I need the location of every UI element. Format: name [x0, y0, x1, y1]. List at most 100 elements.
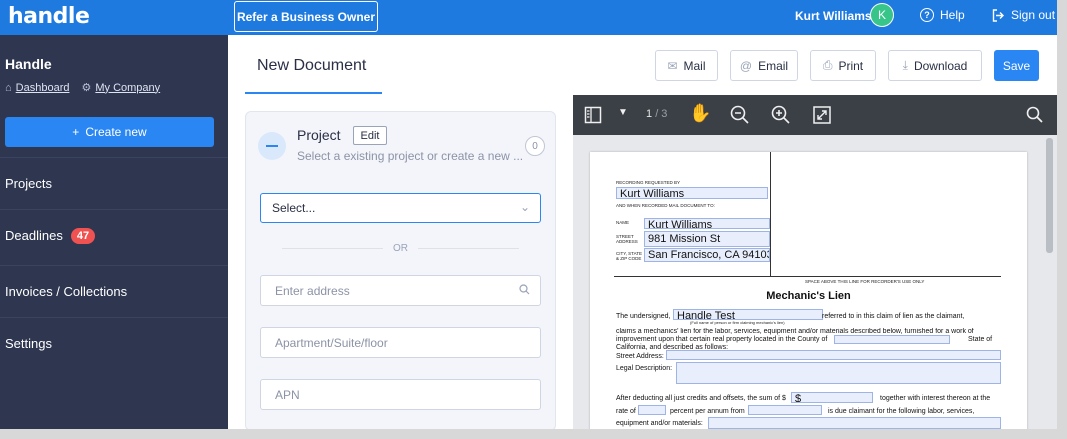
- viewer-scrollbar-thumb[interactable]: [1046, 138, 1053, 253]
- street-field[interactable]: 981 Mission St: [644, 231, 770, 247]
- claimant-suffix-text: referred to in this claim of lien as the…: [822, 313, 965, 320]
- rate-field[interactable]: [638, 405, 666, 415]
- rate-of-text: rate of: [616, 408, 636, 415]
- sidebar-item-projects[interactable]: Projects: [0, 157, 228, 209]
- pdf-viewer: ▼ 1 / 3 ✋ RECORDING REQUESTED BY Kurt Wi…: [573, 95, 1057, 431]
- mail-label: Mail: [683, 58, 706, 73]
- street-label: STREET ADDRESS: [616, 234, 638, 244]
- page-indicator[interactable]: 1 / 3: [646, 108, 667, 120]
- chevron-down-icon[interactable]: ▼: [618, 107, 628, 118]
- claims-line-2: improvement upon that certain real prope…: [616, 336, 828, 343]
- state-label: State of: [968, 336, 993, 343]
- download-icon: ⤓: [902, 58, 908, 72]
- print-button[interactable]: ⎙ Print: [810, 50, 876, 81]
- from-date-field[interactable]: [748, 405, 822, 415]
- name-label: NAME: [616, 220, 630, 225]
- sign-out-icon: [992, 8, 1004, 22]
- sidebar-toggle-icon[interactable]: [584, 106, 602, 124]
- equipment-materials-text: equipment and/or materials:: [616, 420, 703, 427]
- window-edge-bottom: [0, 429, 1067, 439]
- together-with-text: together with interest thereon at the: [880, 395, 991, 402]
- county-field[interactable]: [834, 335, 950, 344]
- plus-icon: +: [72, 125, 80, 139]
- project-panel: Project Edit Select a existing project o…: [245, 111, 556, 431]
- project-label: Project: [297, 127, 341, 143]
- sidebar-item-deadlines[interactable]: Deadlines 47: [0, 209, 228, 261]
- email-button[interactable]: @ Email: [730, 50, 798, 81]
- breadcrumb-my-company[interactable]: My Company: [95, 82, 160, 94]
- pdf-page: RECORDING REQUESTED BY Kurt Williams AND…: [590, 152, 1027, 431]
- sum-field[interactable]: $: [791, 392, 873, 403]
- project-select-value: Select...: [272, 201, 316, 215]
- claimant-hint: (Full name of person or firm claiming me…: [690, 320, 785, 325]
- help-label: Help: [940, 8, 965, 22]
- refer-business-owner-button[interactable]: Refer a Business Owner: [234, 1, 378, 32]
- claims-line-1: claims a mechanics' lien for the labor, …: [616, 328, 974, 335]
- sidebar-item-settings[interactable]: Settings: [0, 317, 228, 369]
- breadcrumb-dashboard[interactable]: Dashboard: [16, 82, 70, 94]
- apartment-input[interactable]: Apartment/Suite/floor: [260, 327, 541, 358]
- claimant-field[interactable]: Handle Test: [673, 309, 823, 320]
- search-icon[interactable]: [1026, 106, 1044, 124]
- city-field[interactable]: San Francisco, CA 94103: [644, 248, 770, 262]
- hand-pan-icon[interactable]: ✋: [689, 103, 711, 124]
- viewer-scrollbar[interactable]: [1043, 135, 1057, 431]
- sidebar-item-invoices-collections[interactable]: Invoices / Collections: [0, 265, 228, 317]
- at-icon: @: [739, 58, 753, 73]
- edit-project-button[interactable]: Edit: [353, 126, 387, 145]
- title-underline: [245, 92, 382, 94]
- materials-field[interactable]: [708, 417, 1001, 429]
- due-claimant-text: is due claimant for the following labor,…: [828, 408, 975, 415]
- gear-icon: ⚙: [81, 82, 92, 94]
- sign-out-link[interactable]: Sign out: [992, 8, 1055, 22]
- avatar[interactable]: K: [870, 3, 894, 27]
- save-button[interactable]: Save: [994, 50, 1039, 81]
- address-input[interactable]: Enter address: [260, 275, 541, 306]
- email-label: Email: [758, 58, 789, 73]
- total-pages: / 3: [655, 108, 668, 120]
- print-label: Print: [838, 58, 864, 73]
- handle-logo[interactable]: handle: [8, 4, 90, 29]
- user-name[interactable]: Kurt Williams: [795, 9, 872, 23]
- apn-placeholder: APN: [275, 387, 300, 402]
- current-page: 1: [646, 108, 653, 120]
- collapse-project-button[interactable]: [258, 132, 286, 160]
- name-field[interactable]: Kurt Williams: [644, 218, 770, 229]
- minus-icon: [266, 145, 278, 147]
- create-new-label: Create new: [85, 125, 147, 139]
- zoom-in-icon[interactable]: [771, 105, 791, 125]
- apartment-placeholder: Apartment/Suite/floor: [275, 335, 388, 350]
- sidebar-item-label: Settings: [5, 336, 52, 351]
- recording-requested-label: RECORDING REQUESTED BY: [616, 180, 681, 185]
- or-label: OR: [393, 242, 408, 254]
- printer-icon: ⎙: [822, 58, 833, 72]
- page-divider-horizontal: [614, 276, 1001, 277]
- zoom-out-icon[interactable]: [730, 105, 750, 125]
- sidebar: Handle ⌂ Dashboard ⚙ My Company + Create…: [0, 35, 228, 429]
- apn-input[interactable]: APN: [260, 379, 541, 410]
- legal-description-field[interactable]: [676, 362, 1001, 384]
- search-icon: [519, 284, 530, 295]
- requested-by-field[interactable]: Kurt Williams: [616, 187, 768, 199]
- mail-to-label: AND WHEN RECORDED MAIL DOCUMENT TO:: [616, 203, 715, 208]
- sidebar-item-label: Deadlines: [5, 228, 63, 243]
- percent-per-annum-text: percent per annum from: [670, 408, 745, 415]
- street-address-label: Street Address:: [616, 353, 664, 360]
- after-deducting-text: After deducting all just credits and off…: [616, 395, 786, 402]
- project-select[interactable]: Select... ⌄: [260, 193, 541, 223]
- mail-button[interactable]: ✉ Mail: [655, 50, 718, 81]
- project-count-badge: 0: [525, 136, 545, 156]
- deadlines-count-badge: 47: [70, 227, 96, 244]
- city-label: CITY, STATE & ZIP CODE: [616, 251, 643, 261]
- download-button[interactable]: ⤓ Download: [888, 50, 982, 81]
- help-link[interactable]: ? Help: [920, 8, 965, 22]
- sign-out-label: Sign out: [1011, 8, 1056, 22]
- sidebar-item-label: Projects: [5, 176, 52, 191]
- create-new-button[interactable]: + Create new: [5, 117, 214, 147]
- sidebar-item-label: Invoices / Collections: [5, 284, 128, 299]
- address-placeholder: Enter address: [275, 283, 350, 298]
- street-address-field[interactable]: [666, 350, 1001, 360]
- fullscreen-icon[interactable]: [813, 106, 831, 124]
- window-edge-right: [1057, 0, 1067, 439]
- recorder-use-label: SPACE ABOVE THIS LINE FOR RECORDER'S USE…: [805, 279, 925, 284]
